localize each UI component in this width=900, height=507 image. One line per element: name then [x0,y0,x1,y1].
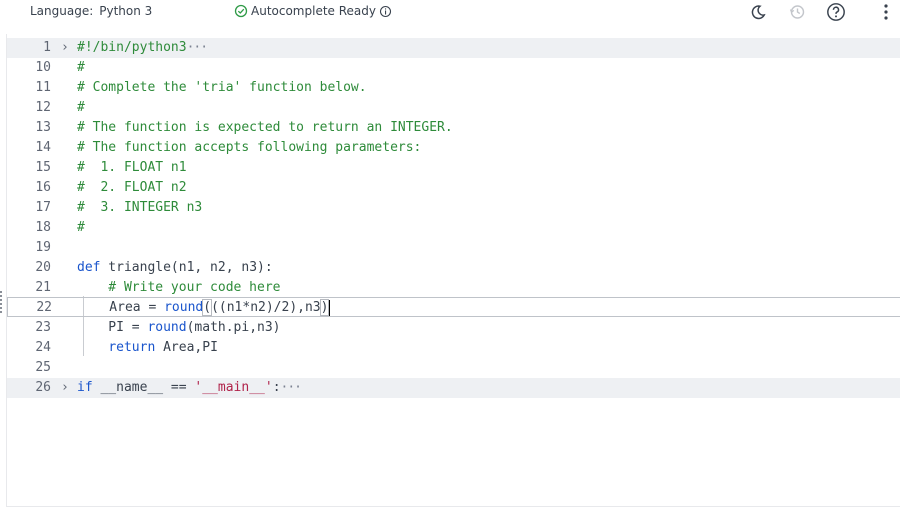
code-line[interactable]: 15 # 1. FLOAT n1 [7,158,900,178]
language-selector[interactable]: Language: Python 3 [30,4,152,18]
code-line[interactable]: 10 # [7,58,900,78]
line-number: 26 [35,380,51,395]
line-number: 18 [35,220,51,235]
info-icon[interactable] [379,5,392,18]
code-token: return [108,340,156,355]
code-token: Area = [78,300,165,315]
code-token: # The function accepts following paramet… [77,140,422,155]
line-number: 19 [35,240,51,255]
line-number: 1 [43,40,51,55]
folded-ellipsis[interactable]: ··· [281,380,303,395]
more-options-icon[interactable] [876,2,896,22]
code-token: # 1. FLOAT n1 [77,160,187,175]
code-line[interactable]: 23 PI = round(math.pi,n3) [7,318,900,338]
current-code-line[interactable]: 22 Area = round(((n1*n2)/2),n3) [7,297,900,317]
code-token: # 2. FLOAT n2 [77,180,187,195]
check-circle-icon [234,4,248,18]
help-icon[interactable] [826,2,846,22]
editor-toolbar: Language: Python 3 Autocomplete Ready [0,0,900,24]
code-line[interactable]: 17 # 3. INTEGER n3 [7,198,900,218]
code-token: round [147,320,187,335]
language-value: Python 3 [99,4,153,18]
code-editor[interactable]: 1 › #!/bin/python3··· 10 # 11 # Complete… [6,34,900,507]
code-token: # Write your code here [77,280,281,295]
code-token: def [77,260,101,275]
line-number: 16 [35,180,51,195]
line-number: 22 [36,300,52,315]
code-token: # The function is expected to return an … [77,120,453,135]
autocomplete-label: Autocomplete Ready [251,4,376,18]
code-token: round [164,300,204,315]
matched-bracket: ) [319,299,330,316]
code-line[interactable]: 20 def triangle(n1, n2, n3): [7,258,900,278]
line-number: 17 [35,200,51,215]
code-line[interactable]: 1 › #!/bin/python3··· [7,38,900,58]
line-number: 20 [35,260,51,275]
code-token: # [77,100,85,115]
code-token: (math.pi,n3) [186,320,281,335]
text-cursor [329,299,331,316]
code-line[interactable]: 25 [7,358,900,378]
code-line[interactable]: 26 › if __name__ == '__main__':··· [7,378,900,398]
code-line[interactable]: 14 # The function accepts following para… [7,138,900,158]
code-token: # 3. INTEGER n3 [77,200,203,215]
code-line[interactable]: 18 # [7,218,900,238]
line-number: 13 [35,120,51,135]
line-number: 11 [35,80,51,95]
line-number: 21 [35,280,51,295]
line-number: 14 [35,140,51,155]
code-token: # [77,60,85,75]
code-token: __name__ == [92,380,195,395]
code-token: if [77,380,93,395]
code-token: : [272,380,281,395]
history-icon[interactable] [787,2,807,22]
line-number: 10 [35,60,51,75]
theme-moon-icon[interactable] [748,2,768,22]
code-token: #!/bin/python3 [77,40,187,55]
code-line[interactable]: 24 return Area,PI [7,338,900,358]
folded-ellipsis[interactable]: ··· [187,40,209,55]
code-token: Area,PI [155,340,218,355]
line-number: 24 [35,340,51,355]
code-line[interactable]: 12 # [7,98,900,118]
code-token: # Complete the 'tria' function below. [77,80,367,95]
code-line[interactable]: 13 # The function is expected to return … [7,118,900,138]
code-line[interactable]: 16 # 2. FLOAT n2 [7,178,900,198]
code-token: PI = [77,320,148,335]
code-token: ((n1*n2)/2),n3 [211,300,321,315]
line-number: 15 [35,160,51,175]
matched-bracket: ( [202,299,213,316]
code-line[interactable]: 21 # Write your code here [7,278,900,298]
fold-arrow-icon[interactable]: › [61,378,69,398]
line-number: 25 [35,360,51,375]
fold-arrow-icon[interactable]: › [61,38,69,58]
code-token: triangle(n1, n2, n3): [100,260,273,275]
code-line[interactable]: 11 # Complete the 'tria' function below. [7,78,900,98]
autocomplete-status: Autocomplete Ready [234,4,392,18]
line-number: 12 [35,100,51,115]
code-token: # [77,220,85,235]
language-label: Language: [30,4,94,18]
line-number: 23 [35,320,51,335]
code-line[interactable]: 19 [7,238,900,258]
code-token: '__main__' [194,380,273,395]
